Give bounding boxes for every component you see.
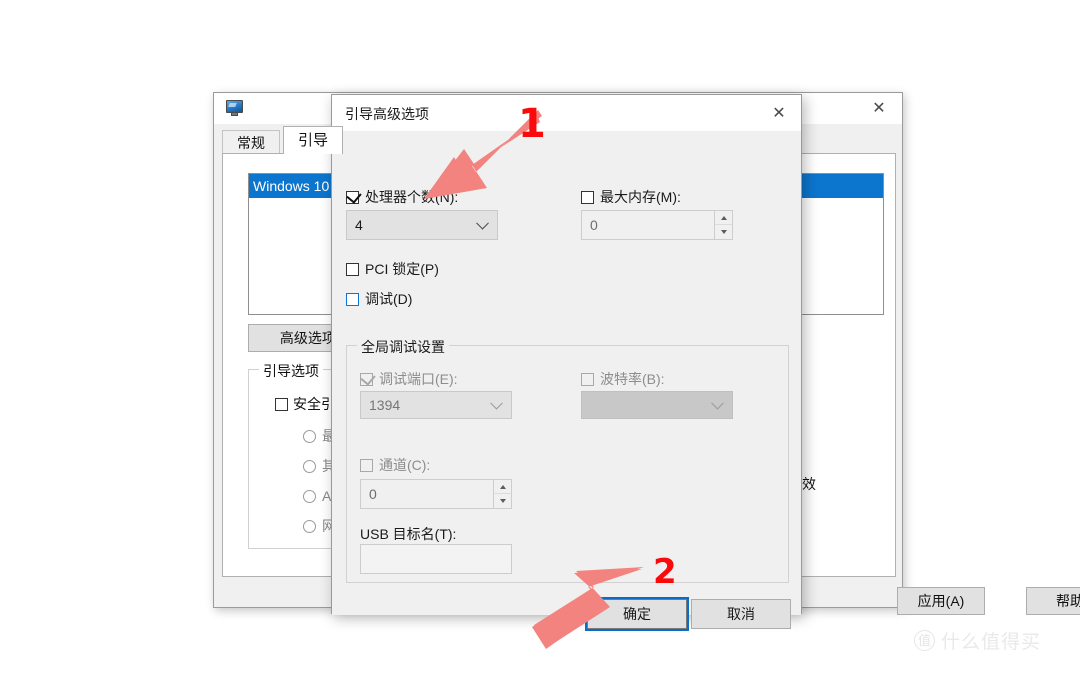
baud-rate-dropdown (581, 391, 733, 419)
global-debug-settings-legend: 全局调试设置 (357, 337, 449, 357)
cancel-button[interactable]: 取消 (691, 599, 791, 629)
pci-lock-checkbox[interactable]: PCI 锁定(P) (346, 259, 439, 279)
checkbox-box (581, 191, 594, 204)
processor-count-dropdown[interactable]: 4 (346, 210, 498, 240)
baud-rate-checkbox: 波特率(B): (581, 369, 665, 389)
checkbox-box (275, 398, 288, 411)
max-memory-checkbox[interactable]: 最大内存(M): (581, 187, 681, 207)
help-button[interactable]: 帮助 (1026, 587, 1080, 615)
channel-stepper: 0 (360, 479, 512, 509)
channel-value: 0 (369, 486, 377, 502)
stepper-up-icon (494, 480, 511, 494)
tab-general[interactable]: 常规 (222, 130, 280, 154)
computer-monitor-icon (226, 100, 243, 116)
stepper-buttons[interactable] (714, 211, 732, 239)
channel-checkbox: 通道(C): (360, 455, 430, 475)
usb-target-name-label: USB 目标名(T): (360, 526, 457, 542)
checkbox-box (346, 263, 359, 276)
boot-options-legend: 引导选项 (259, 361, 323, 381)
watermark: 值 什么值得买 (914, 627, 1041, 654)
stepper-up-icon[interactable] (715, 211, 732, 225)
max-memory-value: 0 (590, 217, 598, 233)
boot-advanced-options-dialog: 引导高级选项 ✕ 处理器个数(N): 4 最大内存(M): 0 PCI 锁定(P… (331, 94, 802, 631)
usb-target-name-input[interactable] (360, 544, 512, 574)
pci-lock-label: PCI 锁定(P) (365, 261, 439, 277)
radio-circle (303, 430, 316, 443)
baud-rate-label: 波特率(B): (600, 371, 665, 387)
checkbox-box (360, 370, 376, 386)
checkbox-box (360, 459, 373, 472)
close-icon[interactable]: ✕ (757, 95, 801, 130)
max-memory-stepper[interactable]: 0 (581, 210, 733, 240)
stepper-down-icon (494, 494, 511, 508)
chevron-down-icon (490, 396, 503, 410)
processor-count-value: 4 (355, 217, 363, 233)
radio-circle (303, 520, 316, 533)
stepper-down-icon[interactable] (715, 225, 732, 239)
chevron-down-icon (711, 396, 724, 410)
tab-boot[interactable]: 引导 (283, 126, 344, 154)
dialog-title: 引导高级选项 (345, 106, 429, 122)
checkbox-box (581, 373, 594, 386)
debug-checkbox[interactable]: 调试(D) (346, 289, 412, 309)
watermark-badge: 值 (914, 630, 935, 651)
checkbox-box (346, 188, 362, 204)
stepper-buttons (493, 480, 511, 508)
watermark-text: 什么值得买 (941, 632, 1042, 653)
debug-port-value: 1394 (369, 397, 401, 413)
debug-port-label: 调试端口(E): (379, 371, 458, 387)
screenshot-canvas: ✕ 常规 引导 服 Windows 10 (C:\Windows) : 当前 O… (0, 0, 1080, 673)
annotation-arrow-two (532, 567, 644, 649)
annotation-step-one: 1 (518, 101, 546, 147)
debug-port-dropdown: 1394 (360, 391, 512, 419)
dialog-body: 处理器个数(N): 4 最大内存(M): 0 PCI 锁定(P) 调试(D) 全… (332, 131, 801, 631)
debug-port-checkbox: 调试端口(E): (360, 369, 458, 389)
apply-button[interactable]: 应用(A) (897, 587, 985, 615)
chevron-down-icon (476, 216, 489, 230)
channel-label: 通道(C): (379, 457, 431, 473)
dialog-titlebar: 引导高级选项 ✕ (332, 95, 801, 131)
max-memory-label: 最大内存(M): (600, 189, 681, 205)
checkbox-box (346, 293, 359, 306)
radio-circle (303, 490, 316, 503)
radio-circle (303, 460, 316, 473)
annotation-step-two: 2 (653, 552, 677, 592)
debug-label: 调试(D) (365, 291, 413, 307)
close-icon[interactable]: ✕ (856, 93, 902, 123)
